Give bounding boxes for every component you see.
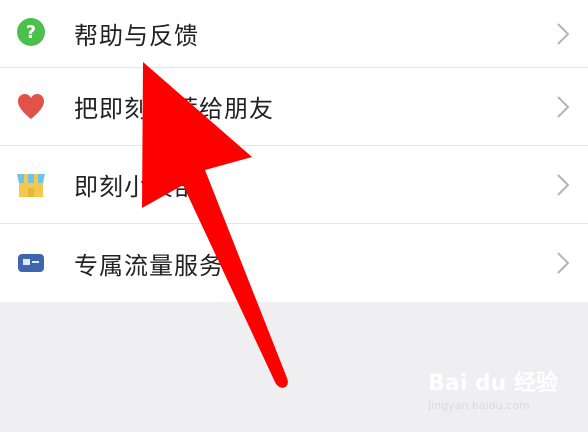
menu-item-shop[interactable]: 即刻小卖部 bbox=[0, 146, 588, 224]
shop-icon bbox=[17, 173, 45, 197]
chevron-right-icon bbox=[557, 22, 570, 45]
menu-item-label: 专属流量服务 bbox=[74, 251, 224, 280]
chevron-right-icon bbox=[557, 173, 570, 196]
menu-item-data-service[interactable]: 专属流量服务 bbox=[0, 224, 588, 302]
watermark-url: jingyan.baidu.com bbox=[428, 399, 530, 412]
watermark-logo: Bai du 经验 bbox=[428, 371, 558, 396]
svg-text:?: ? bbox=[26, 22, 36, 43]
card-icon bbox=[18, 254, 44, 272]
menu-item-help-feedback[interactable]: ? 帮助与反馈 bbox=[0, 0, 588, 68]
help-icon: ? bbox=[17, 18, 45, 46]
settings-list: ? 帮助与反馈 把即刻推荐给朋友 即刻小卖部 专属流量服务 bbox=[0, 0, 588, 302]
menu-item-label: 把即刻推荐给朋友 bbox=[74, 95, 274, 123]
menu-item-label: 帮助与反馈 bbox=[74, 22, 199, 50]
menu-item-label: 即刻小卖部 bbox=[74, 173, 199, 201]
menu-item-recommend-friends[interactable]: 把即刻推荐给朋友 bbox=[0, 68, 588, 146]
chevron-right-icon bbox=[557, 95, 570, 118]
heart-icon bbox=[18, 93, 44, 119]
watermark: Bai du 经验 jingyan.baidu.com bbox=[428, 365, 558, 412]
chevron-right-icon bbox=[557, 252, 570, 274]
